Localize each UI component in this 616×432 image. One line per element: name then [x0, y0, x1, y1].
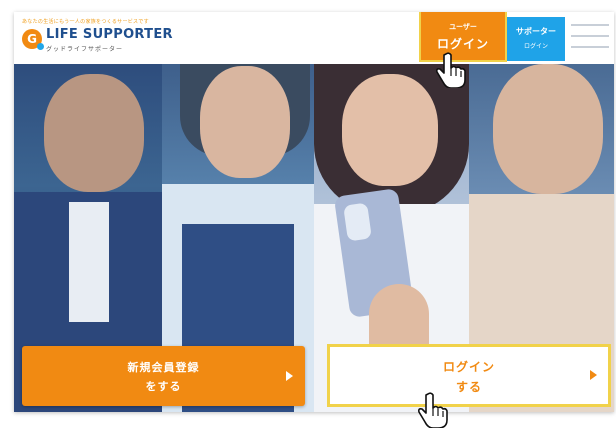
- supporter-login-button[interactable]: サポーター ログイン: [507, 17, 565, 61]
- user-login-small-label: ユーザー: [449, 23, 477, 31]
- hand-cursor-icon: [436, 52, 466, 88]
- user-login-label: ログイン: [436, 37, 489, 51]
- supporter-login-label: ログイン: [523, 43, 548, 50]
- login-label-line2: する: [455, 380, 482, 394]
- login-button[interactable]: ログイン する: [327, 344, 611, 407]
- site-header: あなたの生活にもう一人の家族をつくるサービスです G LIFE SUPPORTE…: [14, 12, 614, 64]
- page-frame: あなたの生活にもう一人の家族をつくるサービスです G LIFE SUPPORTE…: [14, 12, 614, 412]
- logo-subtitle: あなたの生活にもう一人の家族をつくるサービスです: [22, 19, 149, 25]
- arrow-right-icon: [590, 370, 597, 380]
- register-label-line1: 新規会員登録: [127, 361, 200, 374]
- register-button[interactable]: 新規会員登録 をする: [22, 346, 305, 406]
- supporter-login-small-label: サポーター: [516, 27, 556, 36]
- register-label-line2: をする: [145, 380, 182, 393]
- hand-cursor-icon: [418, 392, 448, 428]
- logo-name[interactable]: LIFE SUPPORTER: [46, 27, 173, 42]
- arrow-right-icon: [286, 371, 293, 381]
- login-label-line1: ログイン: [442, 360, 495, 374]
- logo-kana: グッドライフサポーター: [46, 46, 124, 53]
- logo-mark-icon[interactable]: G: [22, 29, 44, 50]
- hamburger-icon[interactable]: [571, 24, 609, 54]
